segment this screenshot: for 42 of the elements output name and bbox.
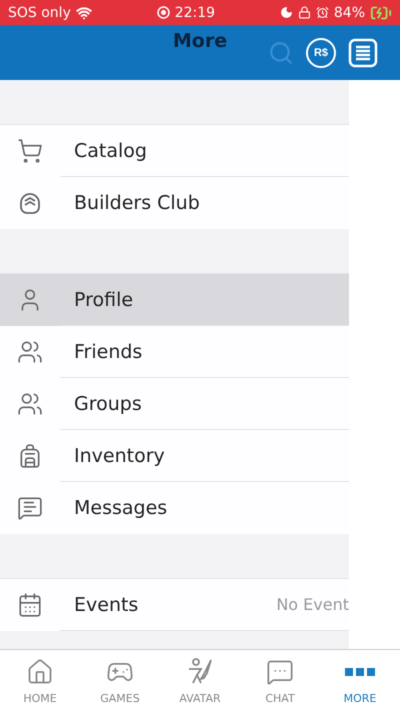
- nav-tab[interactable]: CHAT: [240, 650, 320, 710]
- menu-item[interactable]: Builders Club: [0, 177, 349, 229]
- cart-icon: [17, 138, 43, 164]
- item-label: Friends: [74, 340, 142, 362]
- currency-button[interactable]: R$: [306, 38, 336, 68]
- calendar-icon: [17, 592, 43, 618]
- nav-tab[interactable]: HOME: [0, 650, 80, 710]
- menu-item[interactable]: Events No Event: [0, 579, 349, 631]
- nav-tab[interactable]: GAMES: [80, 650, 160, 710]
- item-label: Events: [74, 594, 138, 616]
- house-icon: [26, 658, 54, 686]
- wifi-icon: [76, 4, 92, 20]
- menu-item[interactable]: Catalog: [0, 125, 349, 177]
- lock-icon: [298, 6, 311, 19]
- message-icon: [17, 495, 43, 521]
- nav-tab[interactable]: MORE: [320, 650, 400, 710]
- chat-icon: [266, 658, 294, 686]
- alarm-icon: [316, 6, 329, 19]
- clock-text: 22:19: [174, 4, 216, 20]
- menu-item[interactable]: Friends: [0, 326, 349, 378]
- item-label: Profile: [74, 288, 134, 310]
- group-icon: [17, 391, 43, 417]
- menu-item[interactable]: Messages: [0, 482, 349, 534]
- menu-icon[interactable]: [348, 38, 378, 68]
- item-label: Builders Club: [74, 192, 200, 214]
- carrier-text: SOS only: [8, 4, 71, 20]
- dots-icon: [345, 666, 375, 676]
- item-detail: No Event: [276, 595, 349, 614]
- battery-text: 84%: [334, 4, 365, 20]
- item-label: Inventory: [74, 444, 165, 466]
- helmet-icon: [17, 190, 43, 216]
- record-icon: [156, 6, 170, 19]
- menu-item[interactable]: Profile: [0, 274, 349, 326]
- item-label: Groups: [74, 392, 142, 414]
- page-title: More: [172, 30, 228, 52]
- menu-item[interactable]: Groups: [0, 378, 349, 430]
- nav-tab[interactable]: AVATAR: [160, 650, 240, 710]
- people-icon: [17, 339, 43, 365]
- moon-icon: [280, 6, 293, 19]
- menu-item[interactable]: Inventory: [0, 430, 349, 482]
- item-label: Messages: [74, 497, 168, 519]
- item-label: Catalog: [74, 140, 147, 162]
